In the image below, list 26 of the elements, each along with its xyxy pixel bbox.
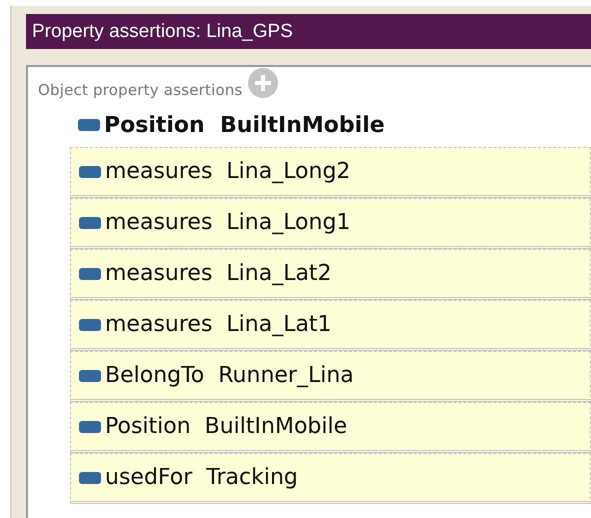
assertion-row[interactable]: measures Lina_Lat1 — [70, 300, 591, 351]
property-icon — [79, 472, 101, 484]
assertion-row[interactable]: usedFor Tracking — [70, 453, 591, 504]
property-icon — [79, 370, 101, 382]
assertion-text: measures Lina_Long2 — [105, 159, 350, 184]
assertion-row[interactable]: BelongTo Runner_Lina — [70, 351, 591, 402]
property-icon — [79, 216, 101, 228]
assertion-text: measures Lina_Long1 — [105, 210, 350, 235]
assertion-row[interactable]: measures Lina_Long1 — [70, 198, 591, 249]
property-icon — [79, 268, 101, 280]
assertion-text: usedFor Tracking — [105, 465, 298, 490]
assertion-text: Position BuiltInMobile — [104, 112, 385, 138]
property-icon — [78, 119, 100, 131]
property-icon — [79, 318, 101, 330]
assertion-row[interactable]: measures Lina_Long2 — [70, 147, 591, 198]
assertion-row[interactable]: measures Lina_Lat2 — [70, 249, 591, 300]
assertion-text: measures Lina_Lat2 — [105, 261, 332, 286]
section-label: Object property assertions — [38, 81, 243, 99]
assertion-text: BelongTo Runner_Lina — [105, 363, 354, 388]
assertion-text: measures Lina_Lat1 — [105, 312, 332, 337]
property-icon — [79, 166, 101, 178]
window-title: Property assertions: Lina_GPS — [26, 14, 591, 49]
assertion-row[interactable]: Position BuiltInMobile — [70, 402, 591, 453]
property-icon — [79, 420, 101, 432]
assertion-text: Position BuiltInMobile — [105, 414, 348, 439]
add-icon[interactable] — [246, 67, 279, 99]
